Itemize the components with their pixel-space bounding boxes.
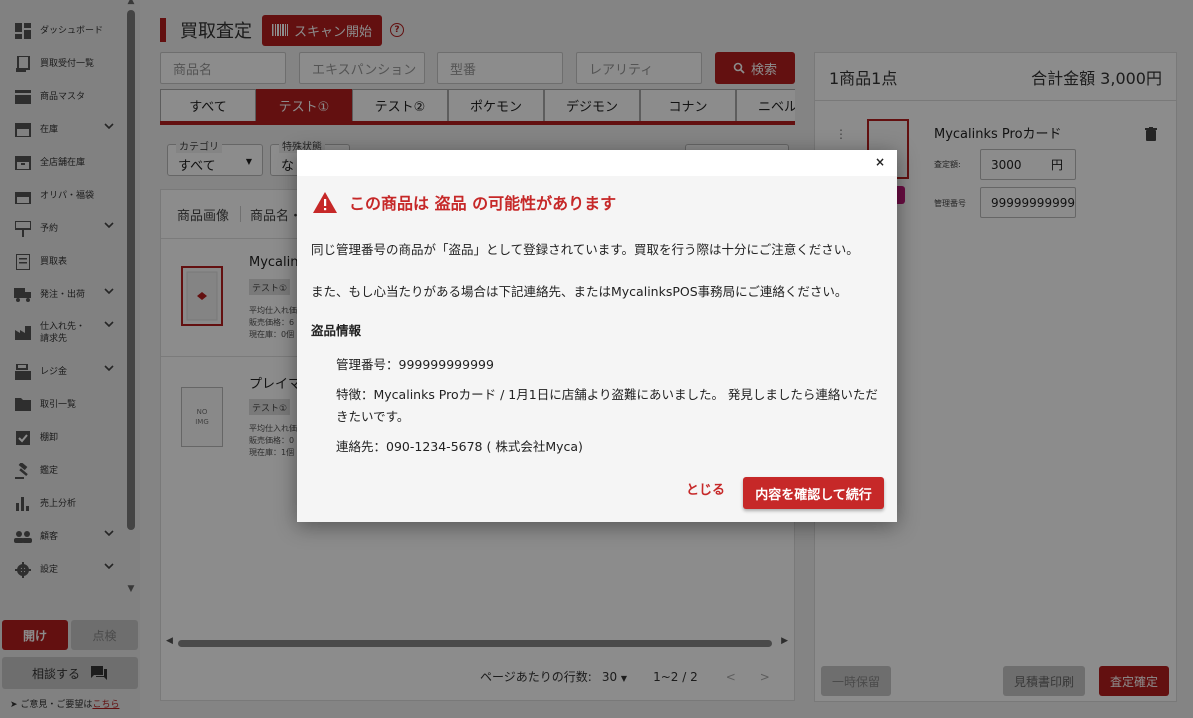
warning-icon (313, 191, 337, 213)
dialog-topbar: × (297, 150, 897, 176)
dialog-title-text: この商品は 盗品 の可能性があります (349, 194, 617, 213)
stolen-contact: 連絡先：090-1234-5678 ( 株式会社Myca) (336, 439, 583, 454)
dialog-message-1: 同じ管理番号の商品が「盗品」として登録されています。買取を行う際は十分にご注意く… (311, 242, 859, 257)
dialog-title: この商品は 盗品 の可能性があります (313, 190, 616, 214)
stolen-info-heading: 盗品情報 (311, 323, 362, 338)
stolen-feature: 特徴：Mycalinks Proカード / 1月1日に店舗より盗難にあいました。… (336, 387, 878, 424)
stolen-serial: 管理番号：999999999999 (336, 357, 494, 372)
dialog-close-button[interactable]: とじる (686, 479, 725, 498)
stolen-warning-dialog: × この商品は 盗品 の可能性があります 同じ管理番号の商品が「盗品」として登録… (297, 150, 897, 522)
dialog-message-2: また、もし心当たりがある場合は下記連絡先、またはMycalinksPOS事務局に… (311, 284, 848, 299)
close-icon[interactable]: × (875, 155, 885, 169)
confirm-continue-button[interactable]: 内容を確認して続行 (743, 477, 884, 509)
